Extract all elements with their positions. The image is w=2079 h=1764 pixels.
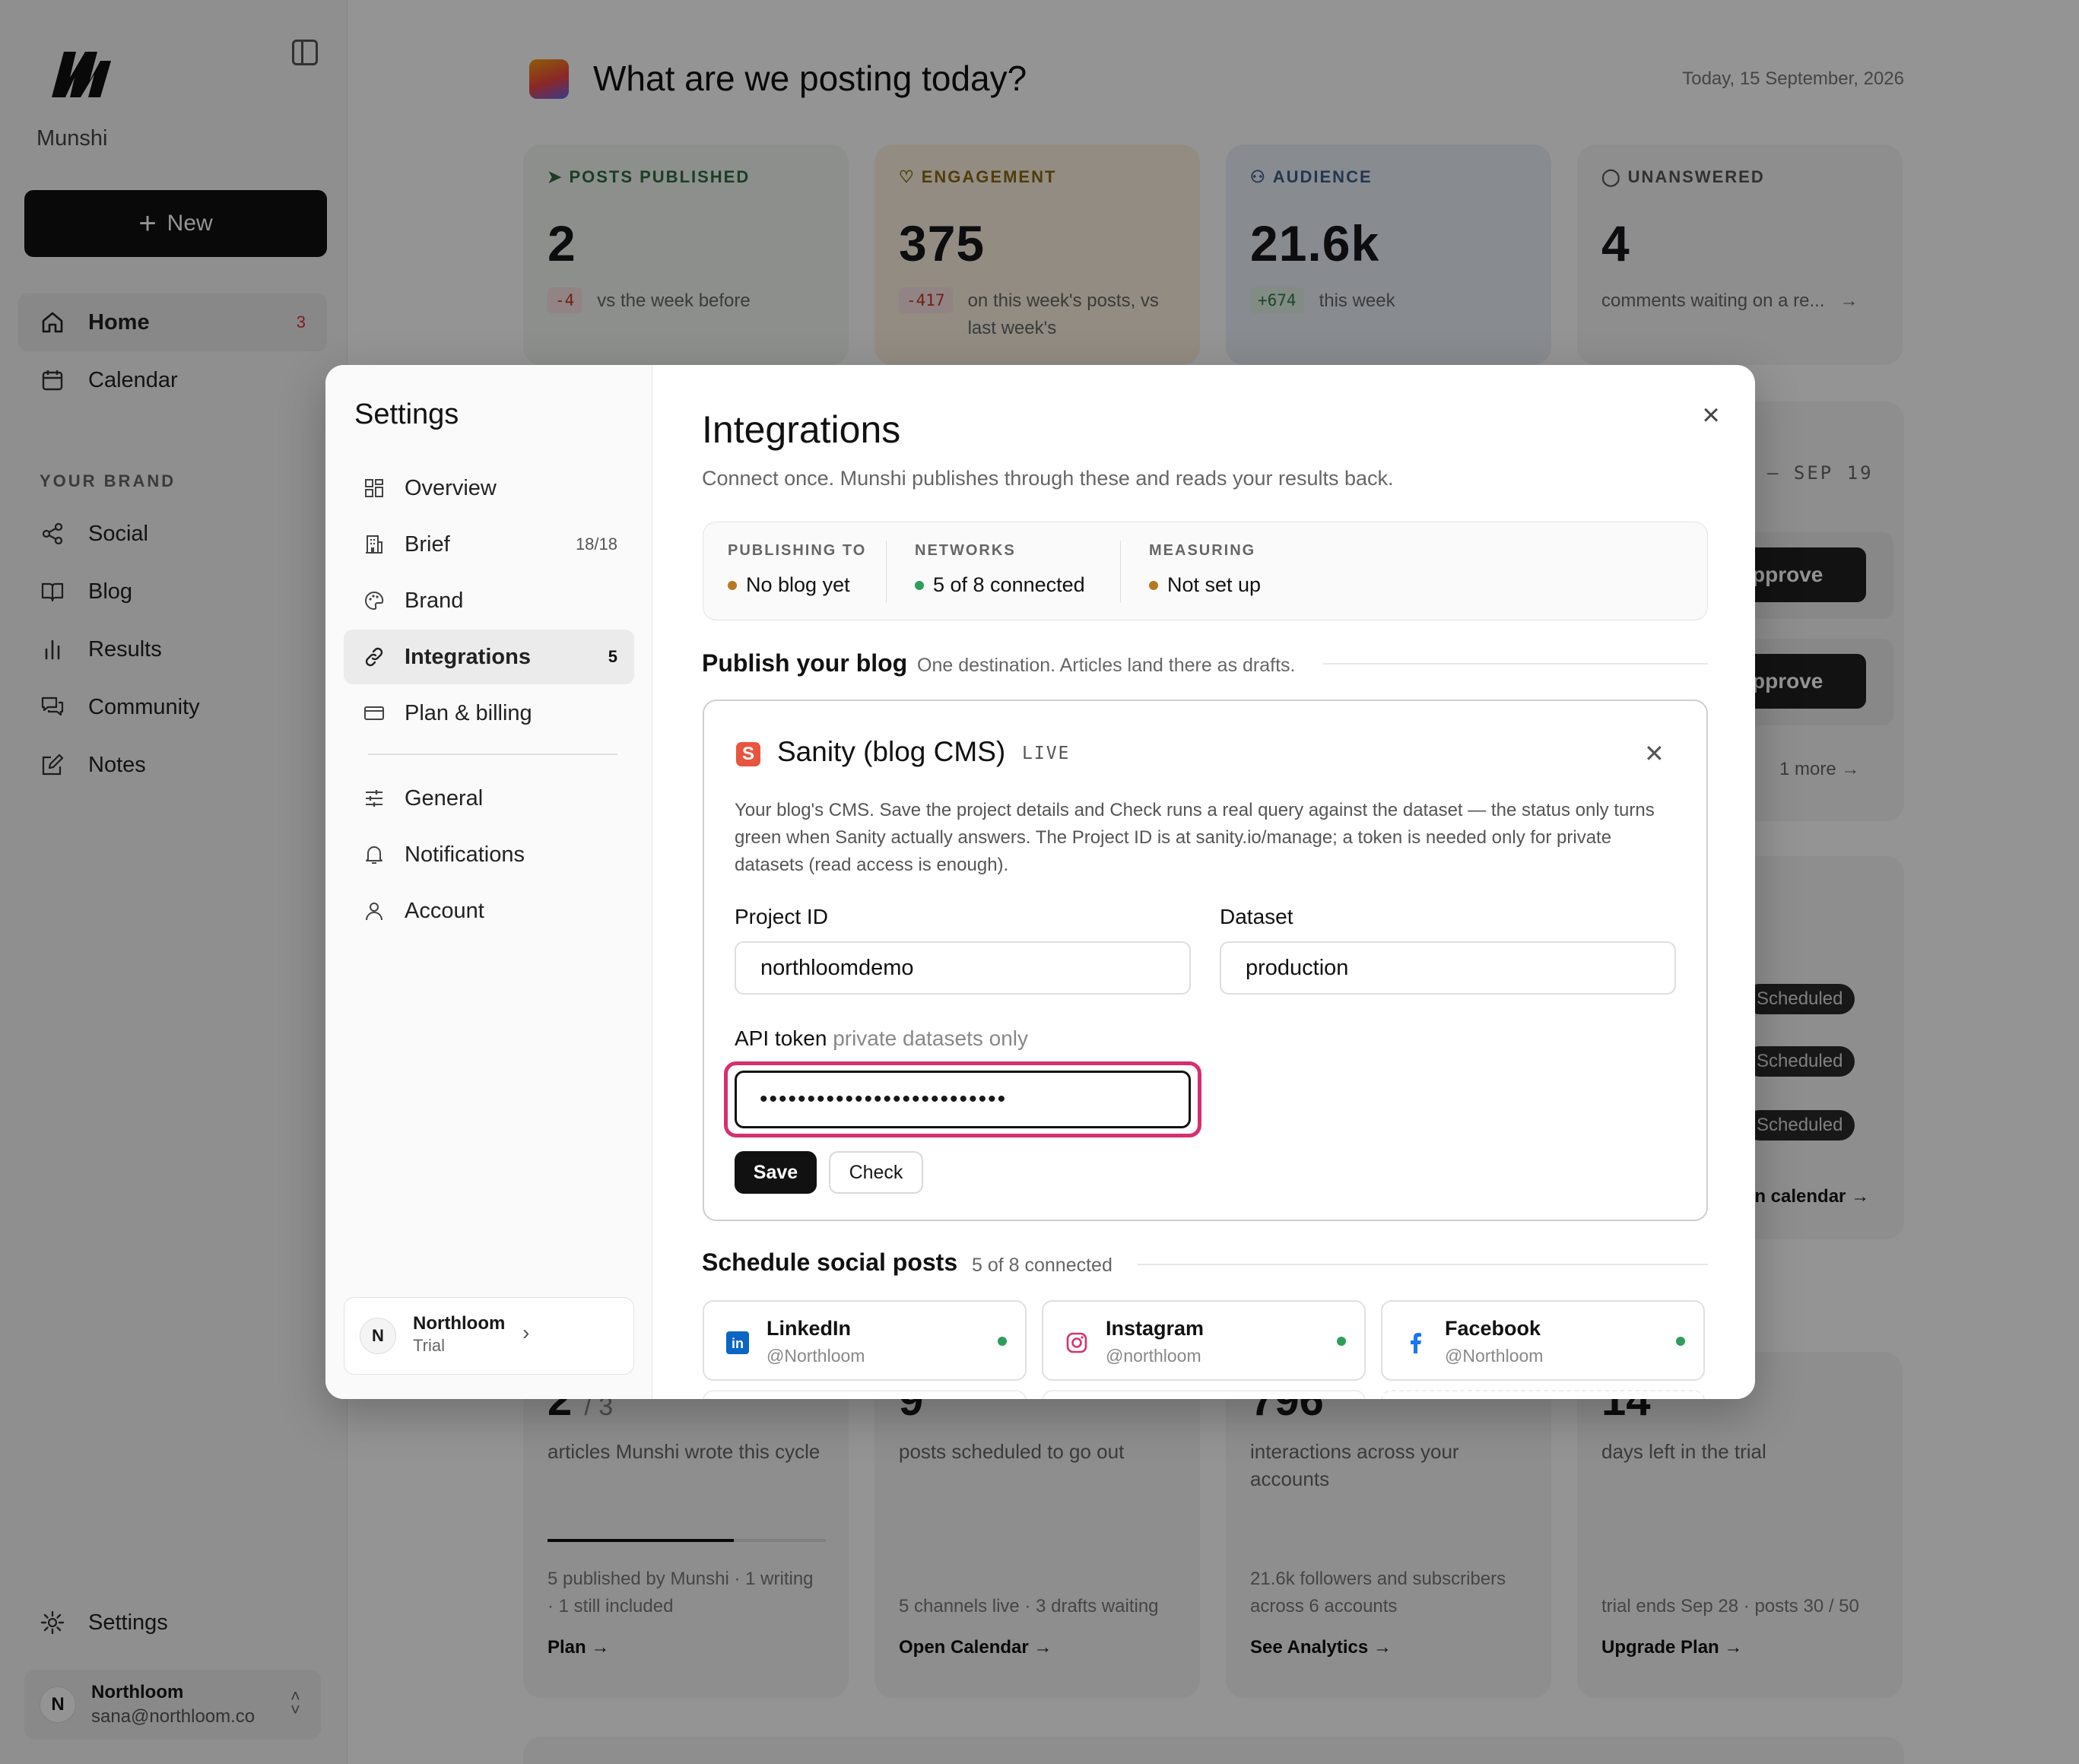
integrations-title: Integrations bbox=[702, 408, 901, 451]
settings-nav-plan-billing[interactable]: Plan & billing bbox=[344, 686, 634, 741]
bell-icon bbox=[362, 842, 386, 867]
summary-networks: NETWORKS 5 of 8 connected bbox=[915, 522, 1085, 621]
social-name: LinkedIn bbox=[767, 1317, 852, 1340]
summary-label: PUBLISHING TO bbox=[728, 542, 867, 559]
summary-measuring: MEASURING Not set up bbox=[1149, 522, 1261, 621]
settings-nav: Settings Overview Brief 18/18 Brand Inte… bbox=[325, 365, 652, 1399]
settings-nav-label: Overview bbox=[405, 475, 497, 500]
instagram-icon bbox=[1063, 1329, 1090, 1356]
section-divider bbox=[1138, 1264, 1708, 1265]
brief-count: 18/18 bbox=[575, 535, 617, 554]
connected-dot bbox=[1337, 1337, 1346, 1346]
nav-divider bbox=[368, 754, 617, 755]
link-icon bbox=[362, 645, 386, 669]
summary-value: 5 of 8 connected bbox=[933, 573, 1085, 596]
project-id-input[interactable]: northloomdemo bbox=[735, 941, 1191, 995]
status-dot bbox=[1149, 580, 1158, 590]
connected-dot bbox=[1676, 1337, 1685, 1346]
settings-nav-brief[interactable]: Brief 18/18 bbox=[344, 517, 634, 572]
settings-title: Settings bbox=[354, 398, 459, 430]
social-card[interactable] bbox=[1381, 1390, 1705, 1399]
summary-label: MEASURING bbox=[1149, 542, 1256, 559]
settings-nav-label: Plan & billing bbox=[405, 700, 532, 725]
social-name: Facebook bbox=[1445, 1317, 1541, 1340]
social-section-note: 5 of 8 connected bbox=[972, 1255, 1113, 1276]
org-avatar: N bbox=[360, 1318, 396, 1354]
social-card-instagram[interactable]: Instagram @northloom bbox=[1042, 1300, 1366, 1381]
settings-nav-label: Brand bbox=[405, 588, 464, 613]
blog-section-heading: Publish your blog bbox=[702, 649, 908, 677]
close-icon[interactable]: × bbox=[1694, 398, 1728, 432]
settings-nav-notifications[interactable]: Notifications bbox=[344, 827, 634, 882]
settings-nav-label: Brief bbox=[405, 531, 450, 557]
sanity-cms-card: S Sanity (blog CMS) LIVE ✕ Your blog's C… bbox=[703, 700, 1708, 1221]
building-icon bbox=[362, 532, 386, 557]
grid-icon bbox=[362, 476, 386, 500]
api-token-input[interactable]: •••••••••••••••••••••••••• bbox=[735, 1071, 1191, 1128]
settings-nav-label: Account bbox=[405, 898, 484, 923]
blog-section-note: One destination. Articles land there as … bbox=[917, 655, 1296, 676]
org-plan: Trial bbox=[413, 1336, 445, 1355]
dataset-label: Dataset bbox=[1220, 905, 1293, 928]
api-token-label-text: API token bbox=[735, 1026, 827, 1050]
summary-publishing: PUBLISHING TO No blog yet bbox=[728, 522, 866, 621]
org-name: Northloom bbox=[413, 1313, 506, 1334]
integrations-count: 5 bbox=[608, 647, 617, 666]
api-token-hint: private datasets only bbox=[833, 1026, 1028, 1050]
card-icon bbox=[362, 701, 386, 725]
api-token-label: API token private datasets only bbox=[735, 1026, 1028, 1051]
facebook-icon bbox=[1402, 1329, 1430, 1356]
integrations-subtitle: Connect once. Munshi publishes through t… bbox=[702, 467, 1394, 490]
summary-divider bbox=[1120, 541, 1121, 603]
linkedin-icon: in bbox=[724, 1329, 751, 1356]
section-divider bbox=[1323, 663, 1708, 665]
connected-dot bbox=[998, 1337, 1007, 1346]
social-handle: @northloom bbox=[1106, 1346, 1201, 1366]
check-button[interactable]: Check bbox=[829, 1151, 923, 1194]
integrations-summary: PUBLISHING TO No blog yet NETWORKS 5 of … bbox=[703, 522, 1708, 620]
settings-nav-label: General bbox=[405, 785, 484, 811]
cms-description: Your blog's CMS. Save the project detail… bbox=[735, 800, 1655, 875]
social-card-facebook[interactable]: Facebook @Northloom bbox=[1381, 1300, 1705, 1381]
summary-divider bbox=[886, 541, 887, 603]
user-icon bbox=[362, 899, 386, 923]
svg-text:in: in bbox=[732, 1336, 744, 1351]
summary-label: NETWORKS bbox=[915, 542, 1016, 559]
settings-nav-overview[interactable]: Overview bbox=[344, 461, 634, 516]
settings-modal: Settings Overview Brief 18/18 Brand Inte… bbox=[325, 365, 1755, 1399]
status-dot bbox=[915, 580, 924, 590]
project-id-label: Project ID bbox=[735, 905, 828, 928]
settings-nav-label: Notifications bbox=[405, 842, 525, 867]
settings-nav-general[interactable]: General bbox=[344, 771, 634, 826]
settings-nav-integrations[interactable]: Integrations 5 bbox=[344, 630, 634, 684]
social-handle: @Northloom bbox=[767, 1346, 865, 1366]
sliders-icon bbox=[362, 786, 386, 811]
cms-name: Sanity (blog CMS) bbox=[777, 736, 1006, 767]
chevron-right-icon: › bbox=[522, 1321, 530, 1344]
social-section-heading: Schedule social posts bbox=[702, 1248, 958, 1276]
status-dot bbox=[728, 580, 737, 590]
social-card[interactable] bbox=[703, 1390, 1027, 1399]
settings-nav-brand[interactable]: Brand bbox=[344, 573, 634, 628]
settings-nav-account[interactable]: Account bbox=[344, 884, 634, 938]
remove-cms-icon[interactable]: ✕ bbox=[1644, 739, 1665, 768]
social-card[interactable] bbox=[1042, 1390, 1366, 1399]
sanity-logo-icon: S bbox=[736, 742, 760, 766]
palette-icon bbox=[362, 589, 386, 613]
summary-value: Not set up bbox=[1167, 573, 1262, 596]
social-card-linkedin[interactable]: in LinkedIn @Northloom bbox=[703, 1300, 1027, 1381]
social-handle: @Northloom bbox=[1445, 1346, 1544, 1366]
save-button[interactable]: Save bbox=[735, 1151, 817, 1194]
cms-status-tag: LIVE bbox=[1022, 744, 1071, 763]
settings-nav-label: Integrations bbox=[405, 644, 531, 669]
summary-value: No blog yet bbox=[746, 573, 850, 596]
social-name: Instagram bbox=[1106, 1317, 1205, 1340]
org-switcher[interactable]: N Northloom Trial › bbox=[344, 1297, 634, 1375]
dataset-input[interactable]: production bbox=[1220, 941, 1676, 995]
